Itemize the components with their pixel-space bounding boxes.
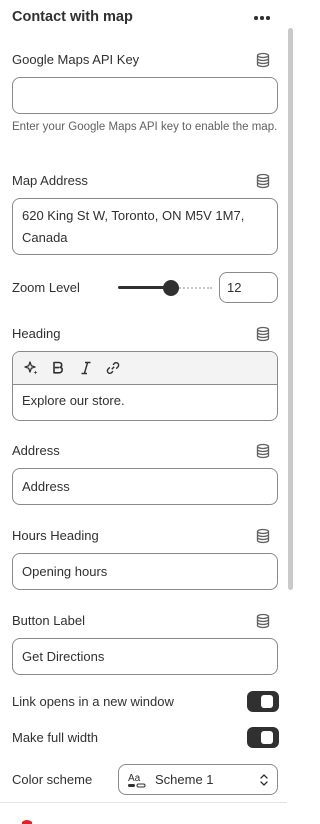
new-window-toggle[interactable] bbox=[247, 691, 279, 712]
dynamic-source-icon[interactable] bbox=[255, 528, 271, 544]
api-key-helper: Enter your Google Maps API key to enable… bbox=[12, 121, 278, 133]
zoom-label: Zoom Level bbox=[12, 280, 80, 295]
map-address-line1: 620 King St W, Toronto, ON M5V 1M7, bbox=[22, 208, 245, 223]
button-label-label: Button Label bbox=[12, 613, 86, 628]
button-label-value: Get Directions bbox=[22, 649, 105, 664]
heading-rich-text-editor[interactable]: Explore our store. bbox=[12, 351, 278, 421]
zoom-input[interactable]: 12 bbox=[219, 272, 278, 303]
map-address-label: Map Address bbox=[12, 173, 88, 188]
dynamic-source-icon[interactable] bbox=[255, 52, 271, 68]
chevron-up-down-icon bbox=[260, 774, 268, 786]
dynamic-source-icon[interactable] bbox=[255, 443, 271, 459]
button-label-input[interactable]: Get Directions bbox=[12, 638, 278, 675]
color-scheme-label: Color scheme bbox=[12, 772, 93, 787]
api-key-input[interactable] bbox=[12, 77, 278, 114]
address-label: Address bbox=[12, 443, 60, 458]
bold-icon[interactable] bbox=[49, 359, 67, 377]
settings-panel: Contact with map Google Maps API Key Ent… bbox=[0, 0, 287, 824]
section-title: Contact with map bbox=[12, 9, 133, 25]
scheme-swatch-text: Aa bbox=[128, 773, 141, 784]
zoom-value: 12 bbox=[227, 280, 242, 295]
scrollbar-thumb[interactable] bbox=[288, 28, 293, 590]
hours-heading-label: Hours Heading bbox=[12, 528, 99, 543]
dynamic-source-icon[interactable] bbox=[255, 326, 271, 342]
new-window-label: Link opens in a new window bbox=[12, 694, 174, 709]
next-section-icon bbox=[22, 820, 32, 824]
italic-icon[interactable] bbox=[77, 359, 95, 377]
heading-value: Explore our store. bbox=[22, 393, 125, 408]
api-key-label: Google Maps API Key bbox=[12, 52, 140, 67]
link-icon[interactable] bbox=[104, 359, 122, 377]
map-address-textarea[interactable]: 620 King St W, Toronto, ON M5V 1M7, Cana… bbox=[12, 198, 278, 255]
sparkle-icon[interactable] bbox=[22, 359, 40, 377]
hours-heading-value: Opening hours bbox=[22, 564, 108, 579]
full-width-toggle[interactable] bbox=[247, 727, 279, 748]
dynamic-source-icon[interactable] bbox=[255, 613, 271, 629]
hours-heading-input[interactable]: Opening hours bbox=[12, 553, 278, 590]
map-address-line2: Canada bbox=[22, 230, 68, 245]
more-horizontal-icon[interactable] bbox=[250, 8, 274, 28]
address-value: Address bbox=[22, 479, 70, 494]
zoom-slider-thumb[interactable] bbox=[163, 280, 179, 296]
scrollbar[interactable] bbox=[287, 0, 294, 824]
full-width-label: Make full width bbox=[12, 730, 98, 745]
heading-label: Heading bbox=[12, 326, 61, 341]
scheme-swatch-icon: Aa bbox=[128, 773, 146, 788]
color-scheme-value: Scheme 1 bbox=[155, 772, 214, 787]
section-divider bbox=[0, 802, 287, 803]
dynamic-source-icon[interactable] bbox=[255, 173, 271, 189]
color-scheme-select[interactable]: Aa Scheme 1 bbox=[118, 764, 278, 795]
rte-toolbar bbox=[13, 352, 277, 385]
address-input[interactable]: Address bbox=[12, 468, 278, 505]
